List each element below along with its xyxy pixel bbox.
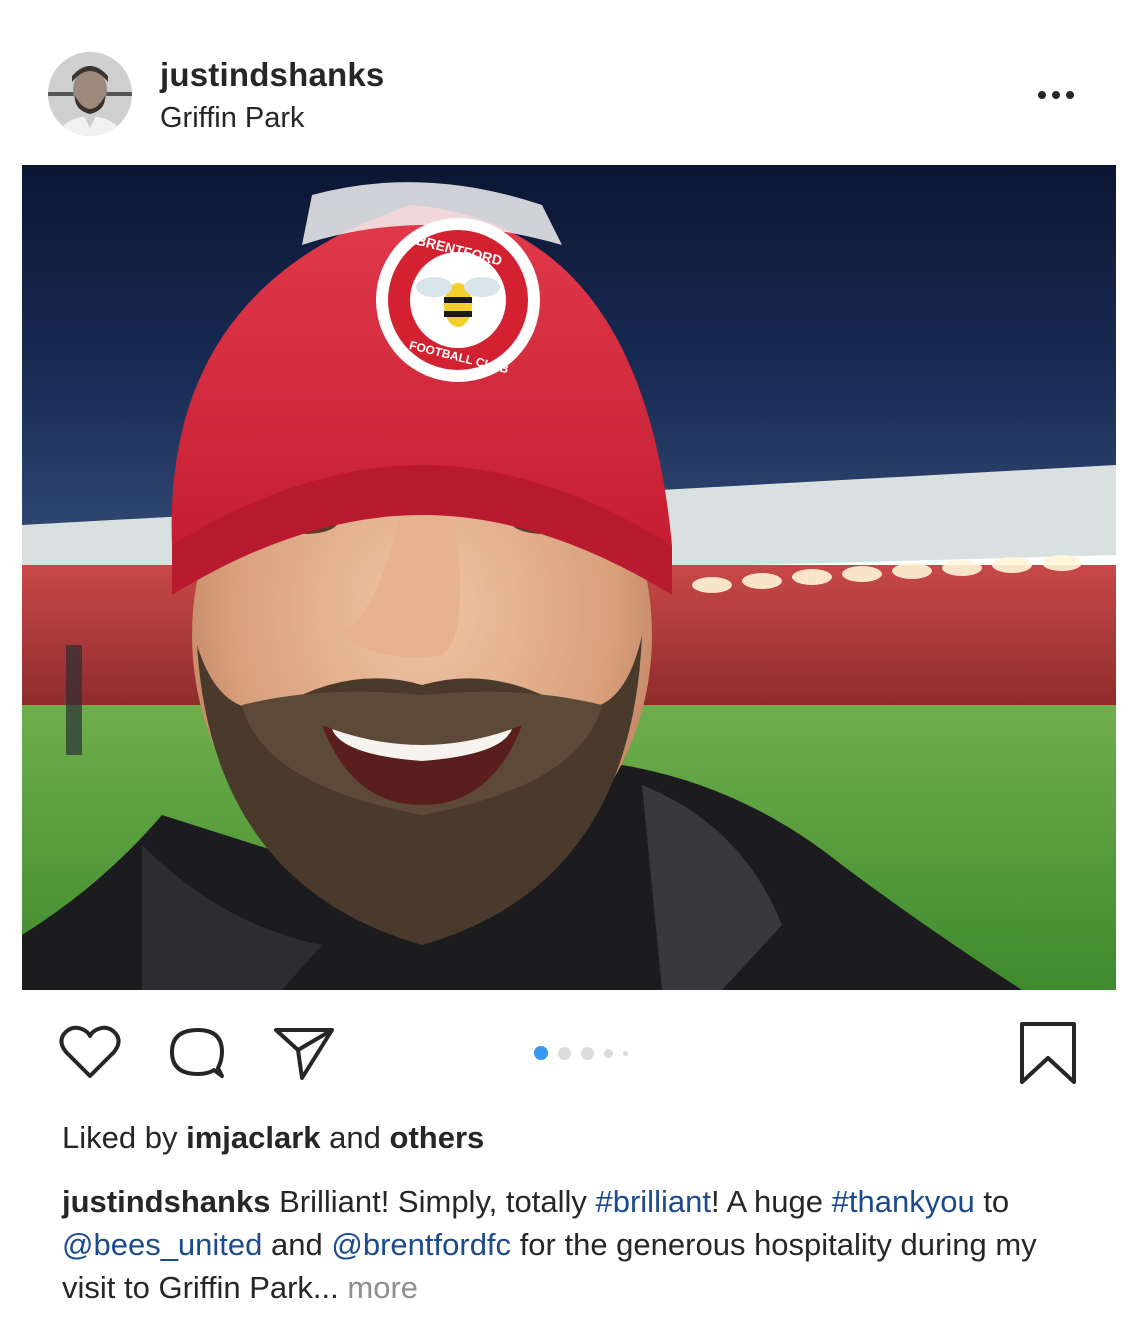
post-header: justindshanks Griffin Park xyxy=(0,0,1132,160)
mention-brentfordfc[interactable]: @brentfordfc xyxy=(331,1227,511,1262)
mention-bees-united[interactable]: @bees_united xyxy=(62,1227,262,1262)
carousel-indicator xyxy=(534,1046,628,1060)
caption-text-4: and xyxy=(271,1227,323,1262)
post-caption: justindshanks Brilliant! Simply, totally… xyxy=(62,1180,1072,1309)
avatar[interactable] xyxy=(48,52,132,136)
bookmark-icon[interactable] xyxy=(1016,1020,1080,1086)
hashtag-brilliant[interactable]: #brilliant xyxy=(595,1184,710,1219)
post-username[interactable]: justindshanks xyxy=(160,56,384,94)
likes-user[interactable]: imjaclark xyxy=(186,1120,320,1155)
likes-middle: and xyxy=(329,1120,381,1155)
post-photo[interactable]: BRENTFORD FOOTBALL CLUB xyxy=(22,165,1116,990)
caption-more-link[interactable]: more xyxy=(347,1270,418,1305)
caption-text-3: to xyxy=(983,1184,1010,1219)
hashtag-thankyou[interactable]: #thankyou xyxy=(832,1184,975,1219)
comment-icon[interactable] xyxy=(164,1022,228,1082)
heart-icon[interactable] xyxy=(58,1022,122,1082)
hat-badge: BRENTFORD FOOTBALL CLUB xyxy=(376,218,540,382)
carousel-dot xyxy=(534,1046,548,1060)
post-location[interactable]: Griffin Park xyxy=(160,102,305,135)
likes-prefix: Liked by xyxy=(62,1120,178,1155)
caption-text-1: Brilliant! Simply, totally xyxy=(279,1184,587,1219)
carousel-dot xyxy=(623,1050,628,1056)
carousel-dot xyxy=(604,1048,613,1058)
likes-others[interactable]: others xyxy=(390,1120,485,1155)
carousel-dot xyxy=(581,1046,594,1060)
more-options-icon[interactable] xyxy=(1030,80,1082,110)
carousel-dot xyxy=(558,1046,571,1060)
caption-username[interactable]: justindshanks xyxy=(62,1184,270,1219)
send-icon[interactable] xyxy=(272,1022,336,1082)
caption-text-2: ! A huge xyxy=(710,1184,823,1219)
likes-line: Liked by imjaclark and others xyxy=(62,1120,484,1156)
